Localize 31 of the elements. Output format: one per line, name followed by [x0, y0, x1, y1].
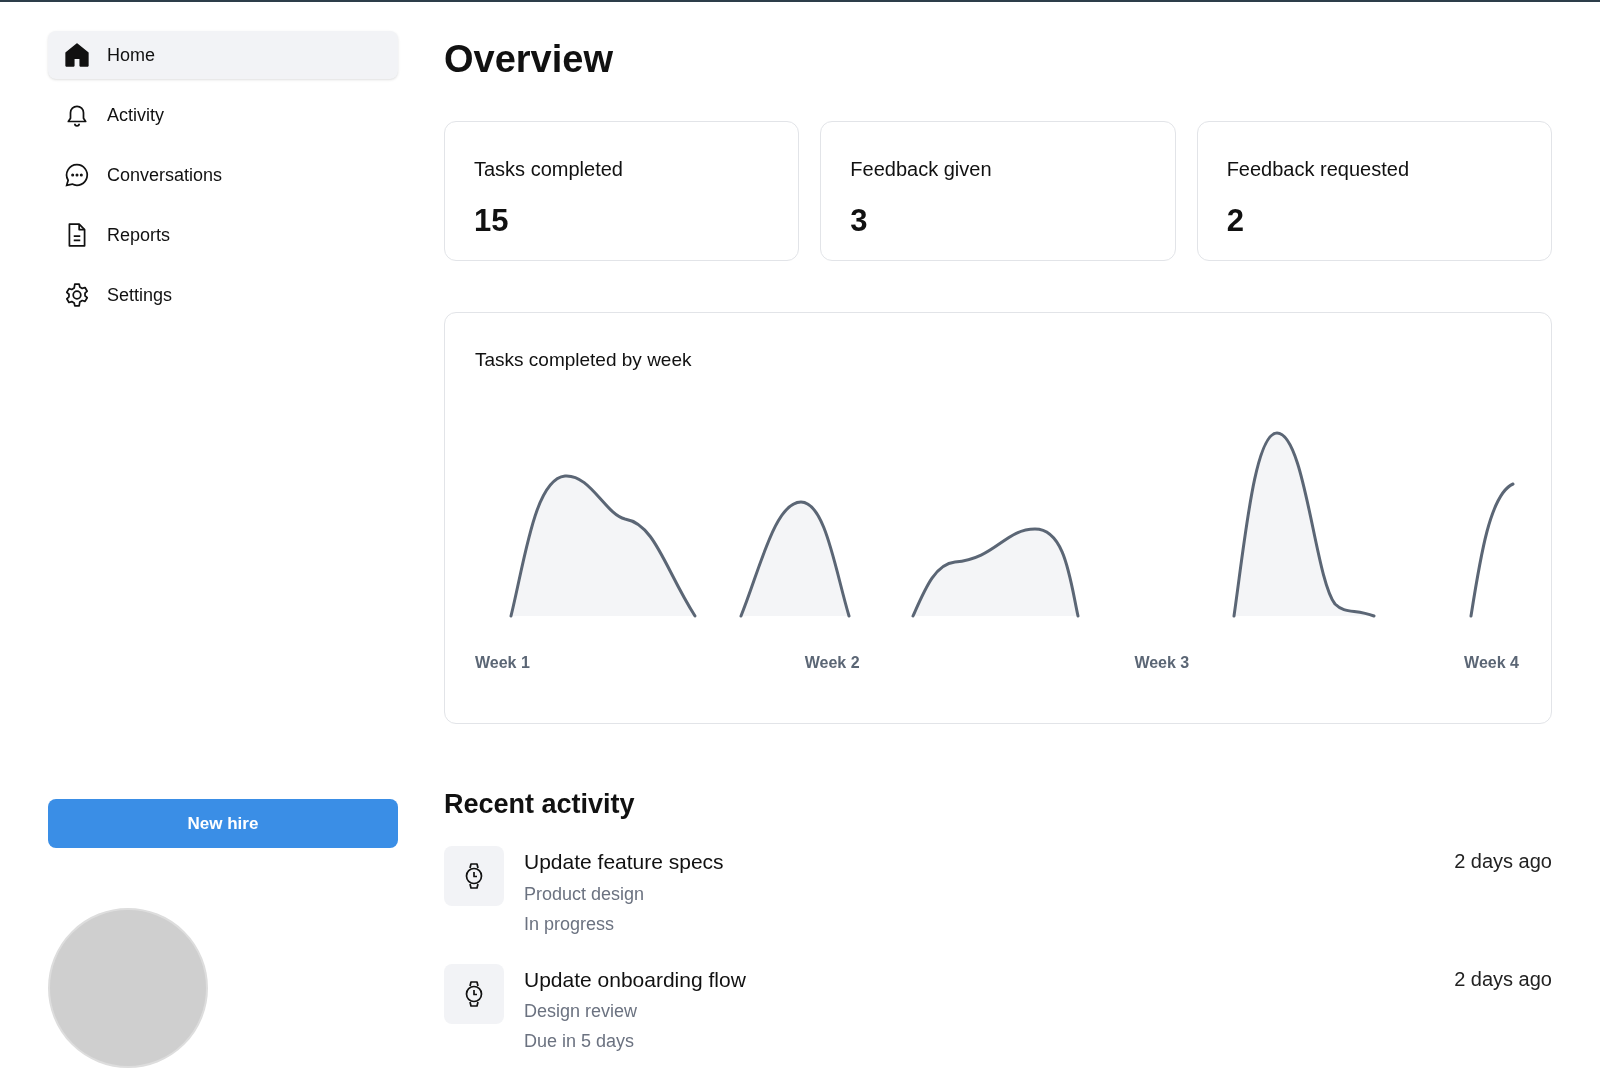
activity-status: Due in 5 days [524, 1030, 636, 1053]
chart-title: Tasks completed by week [475, 347, 693, 372]
stat-label: Feedback requested [1226, 156, 1410, 182]
activity-subtitle: Product design [524, 882, 646, 906]
page-title: Overview [444, 37, 614, 82]
watch-icon [463, 863, 485, 889]
axis-label: Week 2 [804, 653, 860, 673]
sidebar-item[interactable]: Activity [48, 91, 398, 139]
activity-time: 2 days ago [1454, 849, 1552, 874]
activity-title: Update onboarding flow [524, 966, 747, 993]
activity-status: In progress [524, 912, 616, 936]
sidebar-item[interactable]: Settings [48, 271, 398, 319]
stat-value: 3 [850, 201, 869, 240]
sidebar-item[interactable]: Home [48, 31, 398, 79]
sidebar-item[interactable]: Conversations [48, 151, 398, 199]
stat-value: 2 [1226, 201, 1245, 240]
sidebar-item[interactable]: Reports [48, 211, 398, 259]
axis-label: Week 3 [1134, 653, 1190, 673]
watch-icon [463, 980, 485, 1007]
activity-title: Update feature specs [524, 849, 725, 875]
home-icon [64, 42, 90, 68]
axis-label: Week 4 [1464, 653, 1519, 673]
stat-label: Tasks completed [474, 156, 624, 182]
activity-subtitle: Design review [524, 1000, 639, 1023]
stat-label: Feedback given [850, 156, 993, 182]
activity-time: 2 days ago [1454, 966, 1552, 992]
settings-icon [64, 282, 90, 308]
stat-value: 15 [474, 201, 510, 240]
chat-bubble-icon [64, 162, 90, 188]
axis-label: Week 1 [475, 653, 530, 673]
section-heading: Recent activity [444, 787, 636, 821]
